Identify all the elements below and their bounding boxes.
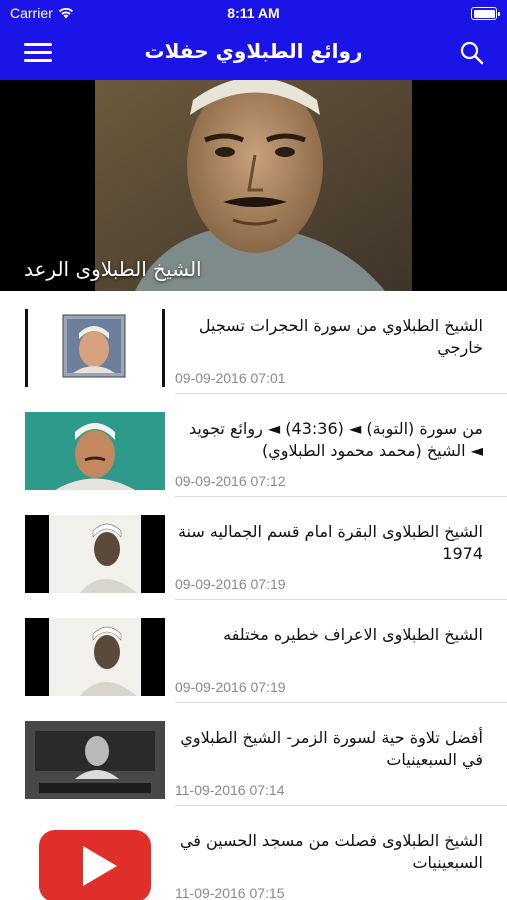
- featured-video-caption: الشيخ الطبلاوى الرعد: [24, 257, 202, 281]
- list-item[interactable]: الشيخ الطبلاوى الاعراف خطيره مختلفه 09-0…: [0, 600, 507, 703]
- list-item[interactable]: من سورة (التوبة) ◄ (43:36) ◄ روائع تجويد…: [0, 394, 507, 497]
- video-date: 09-09-2016 07:19: [175, 679, 286, 695]
- clock: 8:11 AM: [227, 5, 280, 21]
- video-title: الشيخ الطبلاوى البقرة امام قسم الجماليه …: [177, 522, 483, 563]
- video-thumbnail: [25, 721, 165, 799]
- list-item[interactable]: الشيخ الطبلاوى البقرة امام قسم الجماليه …: [0, 497, 507, 600]
- video-thumbnail: [25, 309, 165, 387]
- video-date: 09-09-2016 07:19: [175, 576, 286, 592]
- video-date: 09-09-2016 07:12: [175, 473, 286, 489]
- video-date: 11-09-2016 07:15: [175, 885, 285, 900]
- video-title: الشيخ الطبلاوى الاعراف خطيره مختلفه: [223, 625, 483, 644]
- video-thumbnail: [25, 412, 165, 490]
- navigation-bar: روائع الطبلاوي حفلات: [0, 26, 507, 80]
- list-item[interactable]: أفضل تلاوة حية لسورة الزمر- الشيخ الطبلا…: [0, 703, 507, 806]
- video-date: 11-09-2016 07:14: [175, 782, 285, 798]
- video-title: من سورة (التوبة) ◄ (43:36) ◄ روائع تجويد…: [188, 419, 483, 460]
- page-title: روائع الطبلاوي حفلات: [144, 39, 363, 63]
- youtube-icon: [25, 824, 165, 900]
- battery-icon: [471, 7, 500, 20]
- featured-video[interactable]: الشيخ الطبلاوى الرعد: [0, 80, 507, 291]
- video-date: 09-09-2016 07:01: [175, 370, 286, 386]
- video-title: الشيخ الطبلاوى فصلت من مسجد الحسين في ال…: [179, 831, 483, 872]
- video-thumbnail: [25, 618, 165, 696]
- video-title: الشيخ الطبلاوي من سورة الحجرات تسجيل خار…: [198, 316, 483, 357]
- video-thumbnail: [25, 515, 165, 593]
- video-title: أفضل تلاوة حية لسورة الزمر- الشيخ الطبلا…: [180, 728, 483, 769]
- status-bar: Carrier 8:11 AM: [0, 0, 507, 26]
- search-icon[interactable]: [459, 40, 485, 66]
- list-item[interactable]: الشيخ الطبلاوي من سورة الحجرات تسجيل خار…: [0, 291, 507, 394]
- hamburger-menu-icon[interactable]: [24, 42, 52, 64]
- list-item[interactable]: الشيخ الطبلاوى فصلت من مسجد الحسين في ال…: [0, 806, 507, 900]
- video-list: الشيخ الطبلاوي من سورة الحجرات تسجيل خار…: [0, 291, 507, 900]
